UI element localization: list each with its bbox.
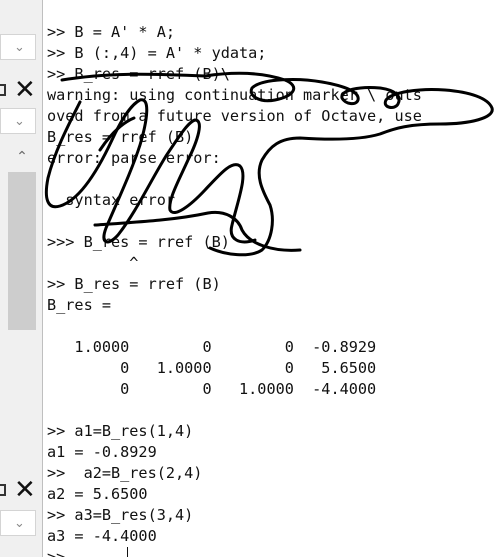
console-line: warning: using continuation marker \ out… [47,86,422,104]
console-line: >>> B_res = rref (B) [47,233,230,251]
close-icon[interactable]: ✕ [14,477,40,503]
chevron-down-icon[interactable]: ⌄ [14,516,25,531]
console-line: 0 0 1.0000 -4.4000 [47,380,377,398]
chevron-down-icon[interactable]: ⌄ [14,40,25,55]
console-line: >> B (:,4) = A' * ydata; [47,44,267,62]
panel-divider [42,0,43,557]
panel-edge-icon [0,484,6,496]
console-prompt[interactable]: >> [47,547,74,557]
console-line: oved from a future version of Octave, us… [47,107,422,125]
dropdown-field[interactable]: ⌄ [0,34,36,60]
console-line: syntax error [47,191,176,209]
console-line: >> a1=B_res(1,4) [47,422,194,440]
console-line: >> B_res = rref (B) [47,275,221,293]
chevron-down-icon[interactable]: ⌄ [14,114,25,129]
console-line: a1 = -0.8929 [47,443,157,461]
console-line: >> a2=B_res(2,4) [47,464,203,482]
console-line: ^ [47,254,139,272]
text-cursor [127,547,128,557]
panel-edge-icon [0,84,6,96]
console-line: 0 1.0000 0 5.6500 [47,359,377,377]
close-icon[interactable]: ✕ [14,77,40,103]
console-line: >> a3=B_res(3,4) [47,506,194,524]
console-line: error: parse error: [47,149,221,167]
dropdown-field[interactable]: ⌄ [0,510,36,536]
command-window[interactable]: >> B = A' * A; >> B (:,4) = A' * ydata; … [47,0,496,557]
scroll-up-icon[interactable]: ⌃ [8,144,36,170]
console-line: 1.0000 0 0 -0.8929 [47,338,377,356]
left-panel: ⌄ ✕ ⌄ ⌃ ✕ ⌄ [0,0,42,557]
console-line: >> B = A' * A; [47,23,176,41]
console-line: >> B_res = rref (B)\ [47,65,230,83]
console-line: B_res = rref (B) [47,128,194,146]
console-line: a2 = 5.6500 [47,485,148,503]
dropdown-field[interactable]: ⌄ [0,108,36,134]
scrollbar-thumb[interactable] [8,172,36,330]
console-line: B_res = [47,296,112,314]
console-line: a3 = -4.4000 [47,527,157,545]
